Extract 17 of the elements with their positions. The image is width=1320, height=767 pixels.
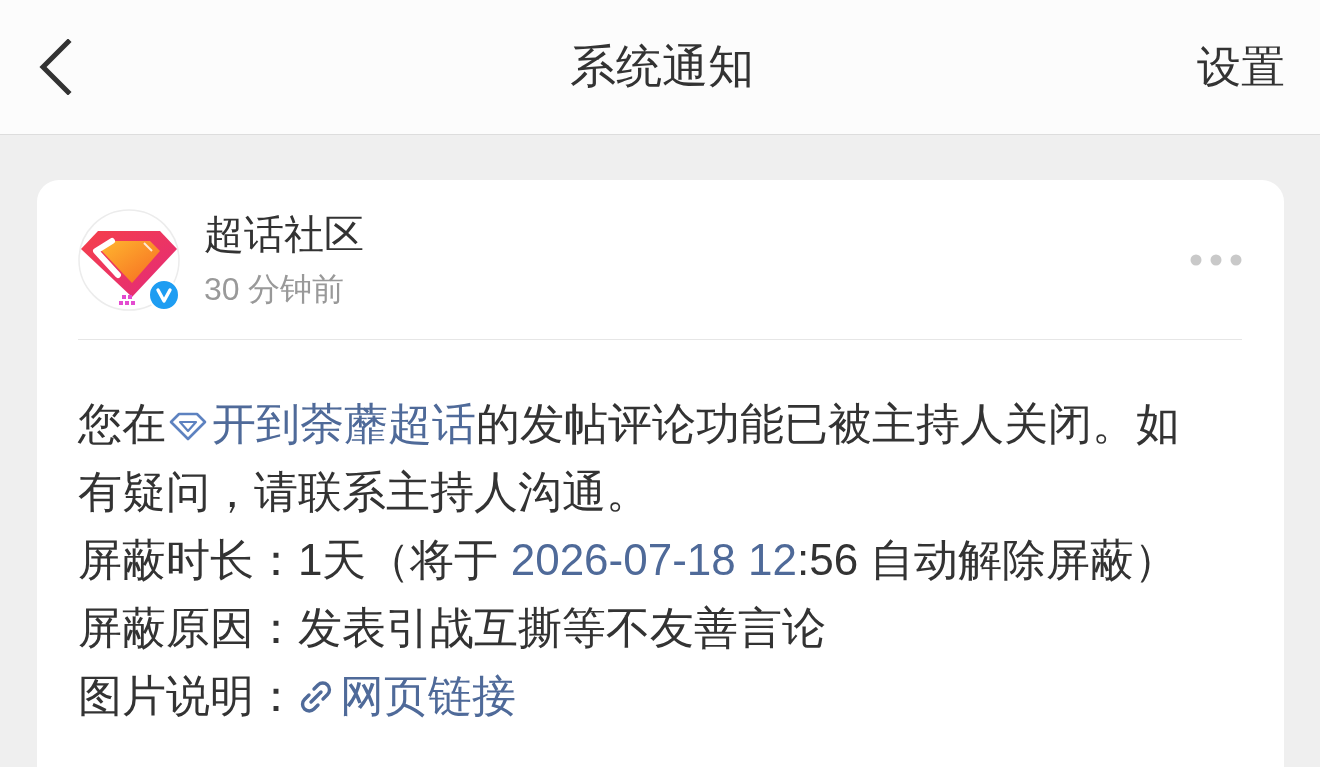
gem-icon bbox=[168, 411, 208, 441]
detail-label: 屏蔽原因： bbox=[78, 603, 298, 652]
detail-value: 1天（将于 2026-07-18 12:56 自动解除屏蔽） bbox=[298, 535, 1179, 584]
post-time: 30 分钟前 bbox=[204, 270, 346, 309]
date-link[interactable]: 2026-07-18 12 bbox=[510, 535, 797, 584]
back-icon[interactable] bbox=[38, 39, 72, 95]
detail-label: 屏蔽时长： bbox=[78, 535, 298, 584]
settings-link[interactable]: 设置 bbox=[1197, 40, 1285, 94]
page-title: 系统通知 bbox=[569, 39, 754, 95]
topic-link[interactable]: 开到荼蘼超话 bbox=[166, 399, 476, 448]
detail-label: 图片说明： bbox=[78, 671, 298, 720]
notice-message: 您在 开到荼蘼超话的发帖评论功能已被主持人关闭。如有疑问，请联系主持人沟通。 bbox=[78, 398, 1181, 518]
gem-avatar-icon[interactable] bbox=[78, 209, 180, 311]
detail-value: 发表引战互撕等不友善言论 bbox=[298, 603, 826, 652]
web-link[interactable]: 网页链接 bbox=[298, 671, 516, 720]
sender-name: 超话社区 bbox=[204, 211, 364, 257]
link-icon bbox=[298, 679, 334, 715]
